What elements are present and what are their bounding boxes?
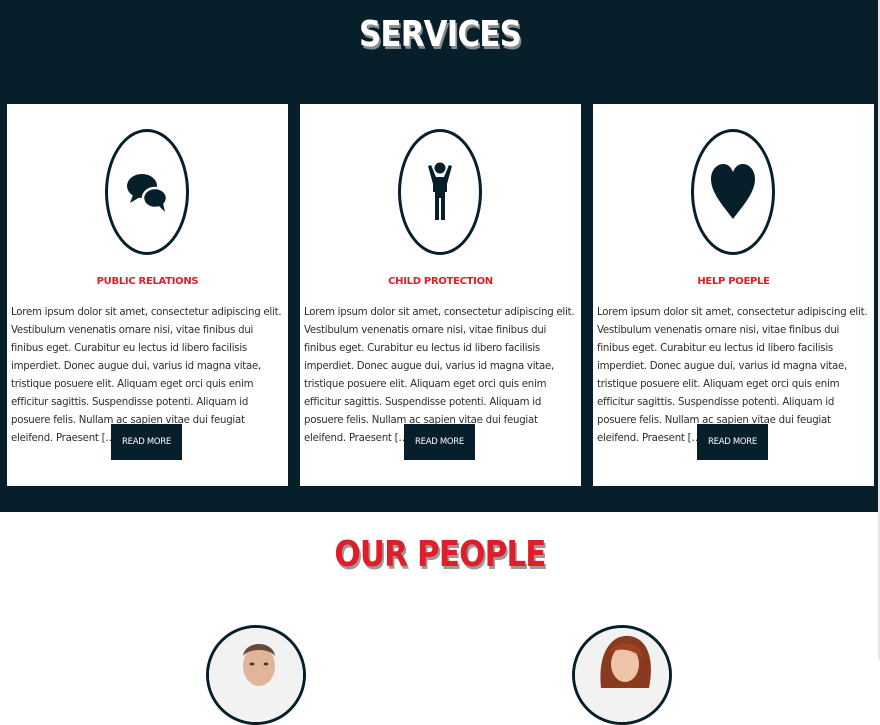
read-more-button[interactable]: READ MORE xyxy=(404,424,475,460)
service-card-help-people: HELP POEPLE Lorem ipsum dolor sit amet, … xyxy=(593,104,874,486)
team-member-avatar[interactable] xyxy=(572,625,672,725)
card-title: PUBLIC RELATIONS xyxy=(96,276,199,287)
read-more-button[interactable]: READ MORE xyxy=(111,424,182,460)
service-card-public-relations: PUBLIC RELATIONS Lorem ipsum dolor sit a… xyxy=(7,104,288,486)
person-photo xyxy=(209,628,303,722)
person-photo xyxy=(575,628,669,722)
services-section: SERVICES PUBLIC RELATIONS Lorem ipsum do… xyxy=(0,0,880,512)
icon-ring xyxy=(105,129,189,255)
our-people-title: OUR PEOPLE xyxy=(334,534,546,575)
team-member-avatar[interactable] xyxy=(206,625,306,725)
child-icon xyxy=(428,162,452,220)
icon-ring xyxy=(398,129,482,255)
services-title: SERVICES xyxy=(358,14,522,55)
speech-bubbles-icon xyxy=(127,174,169,212)
service-card-child-protection: CHILD PROTECTION Lorem ipsum dolor sit a… xyxy=(300,104,581,486)
heart-icon xyxy=(711,164,755,219)
read-more-button[interactable]: READ MORE xyxy=(697,424,768,460)
card-title: HELP POEPLE xyxy=(697,276,770,287)
icon-ring xyxy=(691,129,775,255)
card-title: CHILD PROTECTION xyxy=(388,276,493,287)
